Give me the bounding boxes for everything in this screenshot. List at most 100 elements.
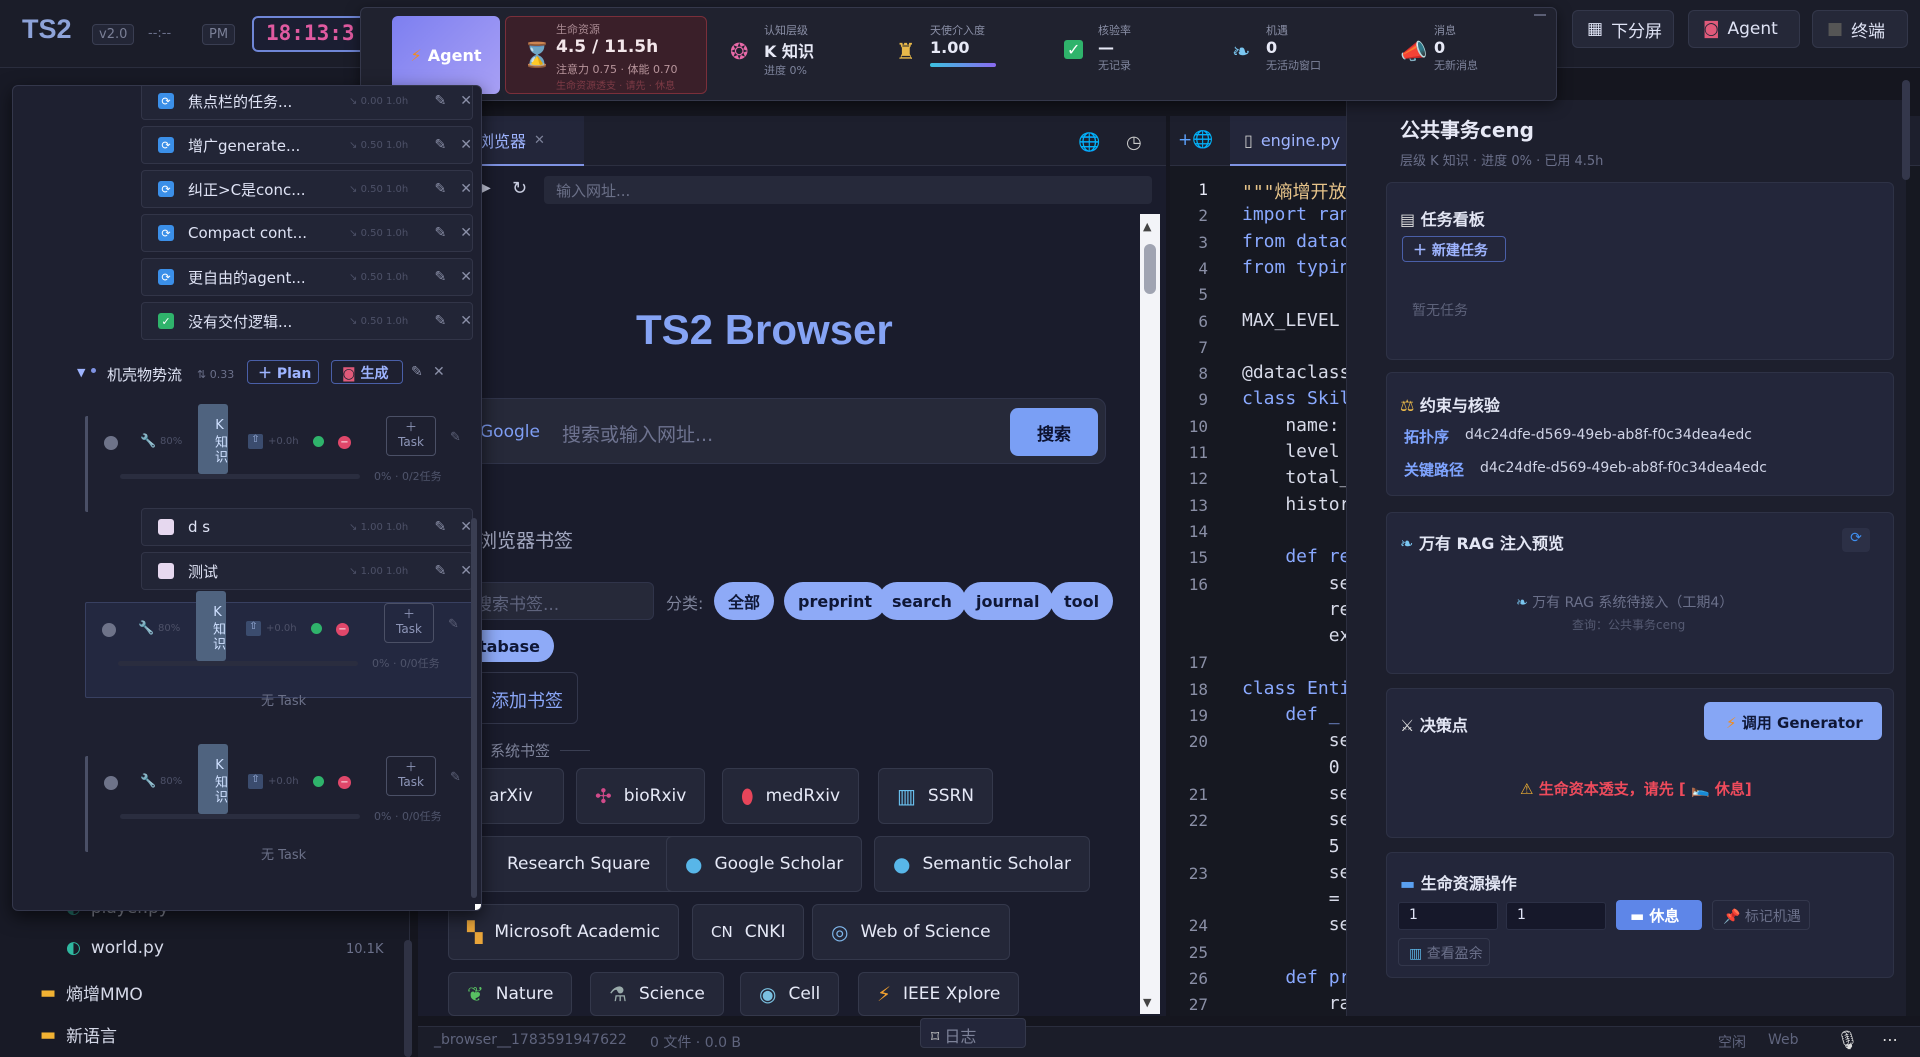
task-row[interactable]: ⟳ Compact cont... ↘ 0.50 1.0h ✎ ✕: [141, 214, 473, 252]
bookmark-ieee[interactable]: ⚡ IEEE Xplore: [858, 972, 1020, 1016]
checkbox-icon[interactable]: [158, 563, 174, 579]
bookmark-research-square[interactable]: Research Square: [470, 836, 688, 892]
sync-icon[interactable]: ⟳: [158, 225, 174, 241]
tree-scrollbar[interactable]: [471, 518, 477, 898]
view-surplus-button[interactable]: ▥ 查看盈余: [1398, 938, 1490, 966]
edit-icon[interactable]: ✎: [435, 313, 447, 329]
bookmark-ssrn[interactable]: ▥ SSRN: [878, 768, 994, 824]
checkbox-icon[interactable]: [158, 519, 174, 535]
check-rate-stat[interactable]: ✓ 核验率 — 无记录: [1064, 22, 1131, 92]
edit-icon[interactable]: ✎: [411, 364, 423, 380]
knowledge-card[interactable]: 🔧 80% K知识 ⇧ +0.0h − ＋ Task ✎ 0% · 0/2任务: [85, 404, 473, 512]
add-globe-icon[interactable]: +🌐: [1178, 130, 1213, 150]
status-dot[interactable]: [104, 436, 118, 450]
file-item[interactable]: ◐ world.py: [66, 938, 164, 958]
task-row[interactable]: ⟳ 增广generate... ↘ 0.50 1.0h ✎ ✕: [141, 126, 473, 164]
message-stat[interactable]: 📣 消息 0 无新消息: [1400, 22, 1478, 92]
stop-icon[interactable]: −: [338, 776, 351, 789]
cognition-stat[interactable]: ❂ 认知层级 K 知识 进度 0%: [730, 22, 814, 92]
generate-button[interactable]: ◙ 生成: [331, 360, 403, 384]
refresh-icon[interactable]: ⟳: [1842, 528, 1870, 552]
close-icon[interactable]: ✕: [460, 137, 472, 153]
search-button[interactable]: 搜索: [1010, 408, 1098, 456]
bookmark-web-of-science[interactable]: ◎ Web of Science: [812, 904, 1010, 960]
sync-icon[interactable]: ⟳: [158, 137, 174, 153]
task-row[interactable]: ⟳ 纠正>C是conc... ↘ 0.50 1.0h ✎ ✕: [141, 170, 473, 208]
task-row[interactable]: ✓ 没有交付逻辑... ↘ 0.50 1.0h ✎ ✕: [141, 302, 473, 340]
close-icon[interactable]: ✕: [534, 133, 545, 148]
category-tool[interactable]: tool: [1050, 582, 1114, 620]
status-dot[interactable]: [104, 776, 118, 790]
search-engine-label[interactable]: Google: [480, 422, 540, 442]
wrench-icon[interactable]: 🔧: [140, 434, 156, 449]
globe-icon[interactable]: 🌐: [1078, 132, 1100, 153]
edit-icon[interactable]: ✎: [435, 137, 447, 153]
edit-icon[interactable]: ✎: [448, 617, 459, 632]
add-task-button[interactable]: ＋ Task: [386, 416, 436, 456]
file-explorer-scrollbar[interactable]: [404, 940, 412, 1057]
call-generator-button[interactable]: ⚡ 调用 Generator: [1704, 702, 1882, 740]
checkbox-checked-icon[interactable]: ✓: [158, 313, 174, 329]
terminal-button[interactable]: ■ 终端: [1812, 10, 1908, 48]
upgrade-icon[interactable]: ⇧: [246, 621, 261, 636]
status-dot[interactable]: [102, 623, 116, 637]
category-preprint[interactable]: preprint: [784, 582, 887, 620]
life-resource-box[interactable]: ⌛ 生命资源 4.5 / 11.5h 注意力 0.75 · 体能 0.70 生命…: [505, 16, 707, 94]
category-all[interactable]: 全部: [714, 582, 775, 620]
wrench-icon[interactable]: 🔧: [140, 774, 156, 789]
split-down-button[interactable]: ▦ 下分屏: [1572, 10, 1674, 48]
rest-button[interactable]: ▬ 休息: [1616, 900, 1702, 930]
microphone-icon[interactable]: 🎙: [1836, 1030, 1859, 1051]
edit-icon[interactable]: ✎: [435, 519, 447, 535]
plan-button[interactable]: ＋ Plan: [247, 360, 319, 384]
bookmark-microsoft-academic[interactable]: ▚ Microsoft Academic: [448, 904, 680, 960]
search-input[interactable]: 搜索或输入网址...: [562, 420, 713, 447]
agent-header-button[interactable]: ◙ Agent: [1688, 10, 1800, 48]
history-icon[interactable]: ◷: [1126, 132, 1142, 153]
log-button[interactable]: ⌑ 日志: [920, 1018, 1026, 1048]
sync-icon[interactable]: ⟳: [158, 269, 174, 285]
add-task-button[interactable]: ＋ Task: [384, 603, 434, 643]
add-bookmark-button[interactable]: 添加书签: [470, 672, 578, 724]
category-search[interactable]: search: [878, 582, 966, 620]
collapse-arrow-icon[interactable]: ▼: [77, 366, 85, 379]
bookmark-nature[interactable]: ❦ Nature: [448, 972, 573, 1016]
url-input[interactable]: 输入网址...: [544, 176, 1152, 204]
folder-item[interactable]: ▬ 熵增MMO: [40, 980, 143, 1006]
edit-icon[interactable]: ✎: [450, 770, 461, 785]
stop-icon[interactable]: −: [336, 623, 349, 636]
minimize-icon[interactable]: [1534, 14, 1546, 16]
subtask-row[interactable]: 测试 ↘ 1.00 1.0h ✎ ✕: [141, 552, 473, 590]
folder-item[interactable]: ▬ 新语言: [40, 1022, 117, 1048]
bookmark-search-input[interactable]: 搜索书签...: [470, 582, 654, 620]
sync-icon[interactable]: ⟳: [158, 93, 174, 109]
right-panel-scrollbar[interactable]: [1902, 80, 1910, 180]
close-icon[interactable]: ✕: [433, 364, 445, 380]
add-task-button[interactable]: ＋ Task: [386, 756, 436, 796]
close-icon[interactable]: ✕: [460, 269, 472, 285]
edit-icon[interactable]: ✎: [450, 430, 461, 445]
opportunity-stat[interactable]: ❧ 机遇 0 无活动窗口: [1232, 22, 1321, 92]
scroll-down-icon[interactable]: ▼: [1143, 996, 1151, 1009]
stop-icon[interactable]: −: [338, 436, 351, 449]
knowledge-card[interactable]: 🔧 80% K知识 ⇧ +0.0h − ＋ Task ✎ 0% · 0/0任务: [85, 744, 473, 852]
new-task-button[interactable]: ＋ 新建任务: [1402, 236, 1506, 262]
browser-scroll-thumb[interactable]: [1144, 244, 1156, 294]
editor-tab[interactable]: ▯ engine.py: [1230, 116, 1350, 166]
bookmark-science[interactable]: ⚗ Science: [590, 972, 724, 1016]
browser-tab[interactable]: 浏览器 ✕: [470, 116, 584, 166]
more-icon[interactable]: ⋯: [1882, 1030, 1898, 1049]
resize-handle[interactable]: [475, 904, 481, 910]
edit-icon[interactable]: ✎: [435, 181, 447, 197]
upgrade-icon[interactable]: ⇧: [248, 434, 263, 449]
task-row[interactable]: ⟳ 更自由的agent... ↘ 0.50 1.0h ✎ ✕: [141, 258, 473, 296]
green-status-icon[interactable]: [313, 436, 324, 447]
sync-icon[interactable]: ⟳: [158, 181, 174, 197]
close-icon[interactable]: ✕: [460, 313, 472, 329]
ampm-badge[interactable]: PM: [202, 24, 236, 45]
knowledge-card[interactable]: 🔧 80% K知识 ⇧ +0.0h − ＋ Task ✎ 0% · 0/0任务: [85, 591, 473, 698]
amount-input[interactable]: 1: [1506, 902, 1606, 930]
close-icon[interactable]: ✕: [460, 225, 472, 241]
task-row[interactable]: ⟳ 焦点栏的任务... ↘ 0.00 1.0h ✎ ✕: [141, 86, 473, 120]
wrench-icon[interactable]: 🔧: [138, 621, 154, 636]
